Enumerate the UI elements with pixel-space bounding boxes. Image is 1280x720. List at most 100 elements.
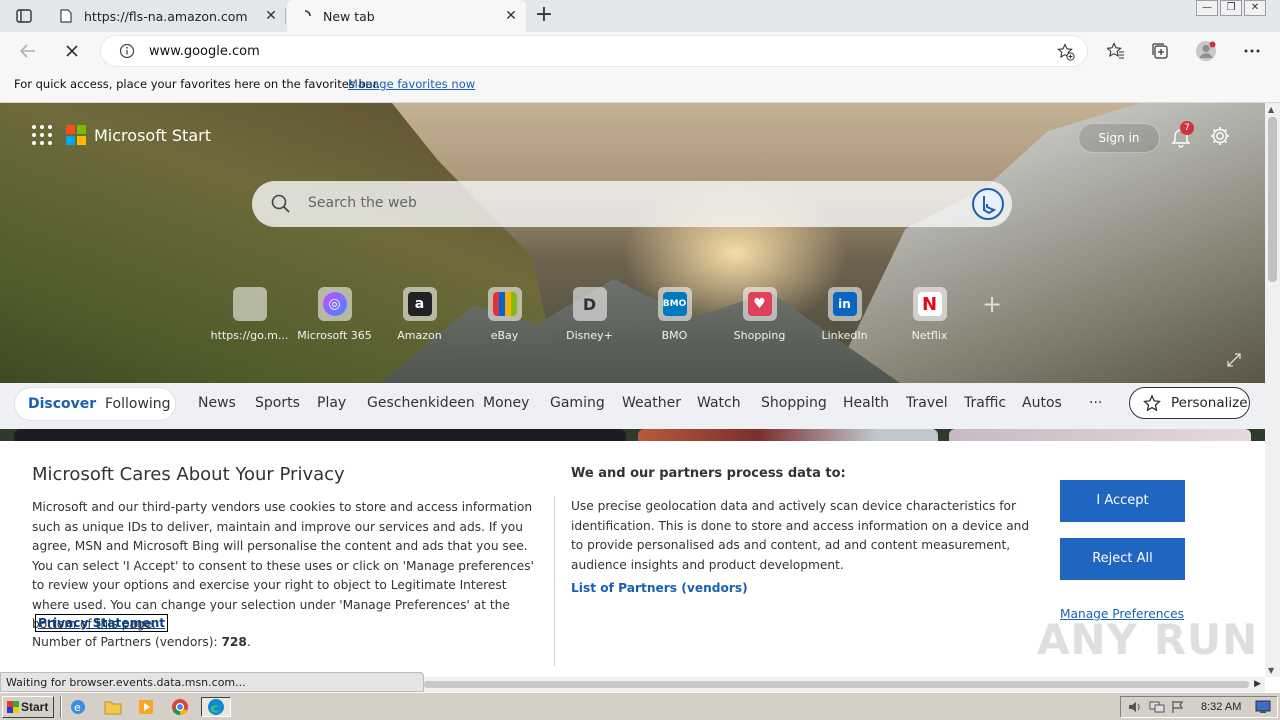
- network-icon[interactable]: [1149, 700, 1165, 718]
- quick-link-tile[interactable]: ◎ Microsoft 365: [292, 287, 377, 342]
- search-icon: [270, 193, 292, 219]
- profile-avatar[interactable]: [1194, 40, 1218, 62]
- accept-button[interactable]: I Accept: [1060, 480, 1185, 522]
- tab-title: New tab: [323, 8, 375, 24]
- clock[interactable]: 8:32 AM: [1201, 701, 1241, 713]
- tile-label: BMO: [661, 329, 688, 342]
- more-options-icon[interactable]: [1240, 40, 1264, 62]
- anyrun-watermark: ANY RUN: [1037, 615, 1259, 664]
- close-tab-icon[interactable]: ✕: [504, 9, 518, 23]
- add-favorite-icon[interactable]: [1057, 43, 1075, 65]
- category-sports[interactable]: Sports: [255, 395, 300, 411]
- divider: [60, 696, 62, 718]
- collections-icon[interactable]: [1148, 40, 1172, 62]
- start-button[interactable]: Start: [2, 696, 54, 718]
- media-player-icon[interactable]: [134, 697, 158, 717]
- quick-link-tile[interactable]: BMO BMO: [632, 287, 717, 342]
- favorites-icon[interactable]: [1104, 40, 1128, 62]
- bing-chat-icon[interactable]: [972, 188, 1004, 220]
- scroll-thumb[interactable]: [1268, 117, 1277, 282]
- taskbar: Start e 8:32 AM: [0, 692, 1280, 720]
- tab-new-tab[interactable]: New tab ✕: [287, 0, 526, 32]
- restore-button[interactable]: ❐: [1220, 0, 1242, 16]
- category-gaming[interactable]: Gaming: [550, 395, 605, 411]
- chrome-icon[interactable]: [168, 697, 192, 717]
- address-url[interactable]: www.google.com: [149, 44, 260, 59]
- tab-amazon[interactable]: https://fls-na.amazon.com ✕: [50, 0, 286, 32]
- tile-label: Amazon: [397, 329, 442, 342]
- settings-gear-icon[interactable]: [1209, 125, 1231, 147]
- divider: [554, 496, 555, 666]
- amazon-icon: a: [407, 292, 432, 316]
- favorites-bar-message: For quick access, place your favorites h…: [14, 77, 381, 91]
- file-explorer-icon[interactable]: [101, 697, 125, 717]
- tile-label: Netflix: [911, 329, 948, 342]
- app-launcher-icon[interactable]: [32, 125, 52, 145]
- category-shopping[interactable]: Shopping: [761, 395, 827, 411]
- close-window-button[interactable]: ✕: [1244, 0, 1266, 16]
- category-traffic[interactable]: Traffic: [964, 395, 1006, 411]
- background-image: Microsoft Start Sign in 7 Search the web: [0, 103, 1265, 383]
- category-news[interactable]: News: [198, 395, 236, 411]
- web-search-box[interactable]: Search the web: [252, 181, 1012, 227]
- new-tab-button[interactable]: +: [534, 4, 554, 27]
- tab-title: https://fls-na.amazon.com: [84, 8, 248, 24]
- tile-label: Disney+: [566, 329, 613, 342]
- quick-link-tile[interactable]: in LinkedIn: [802, 287, 887, 342]
- personalize-button[interactable]: Personalize: [1129, 387, 1250, 419]
- address-bar[interactable]: www.google.com: [100, 35, 1088, 67]
- category-geschenkideen[interactable]: Geschenkideen: [367, 395, 475, 411]
- action-center-flag-icon[interactable]: [1171, 700, 1185, 718]
- disney-plus-icon: D: [582, 294, 597, 314]
- scroll-down-icon[interactable]: ▼: [1268, 666, 1274, 675]
- list-of-partners-link[interactable]: List of Partners (vendors): [571, 581, 748, 595]
- loading-icon: [297, 8, 313, 24]
- edge-icon[interactable]: [201, 697, 231, 717]
- processing-body: Use precise geolocation data and activel…: [571, 499, 1030, 572]
- scroll-right-icon[interactable]: ▶: [1254, 679, 1261, 689]
- close-tab-icon[interactable]: ✕: [264, 9, 278, 23]
- volume-icon[interactable]: [1127, 700, 1143, 718]
- quick-link-tile[interactable]: N Netflix: [887, 287, 972, 342]
- quick-link-tile[interactable]: ♥ Shopping: [717, 287, 802, 342]
- page-icon: [58, 8, 74, 24]
- reject-all-button[interactable]: Reject All: [1060, 538, 1185, 580]
- category-travel[interactable]: Travel: [906, 395, 948, 411]
- scroll-up-icon[interactable]: ▲: [1268, 105, 1274, 114]
- manage-favorites-link[interactable]: Manage favorites now: [348, 77, 475, 91]
- category-weather[interactable]: Weather: [622, 395, 681, 411]
- category-autos[interactable]: Autos: [1022, 395, 1062, 411]
- category-money[interactable]: Money: [483, 395, 529, 411]
- back-button[interactable]: [16, 40, 40, 62]
- notification-count-badge: 7: [1180, 121, 1194, 135]
- tab-following[interactable]: Following: [105, 396, 171, 412]
- sign-in-button[interactable]: Sign in: [1078, 123, 1160, 153]
- quick-link-tile[interactable]: D Disney+: [547, 287, 632, 342]
- quick-link-tile[interactable]: eBay: [462, 287, 547, 342]
- ebay-icon: [492, 292, 517, 316]
- tab-actions-icon[interactable]: [8, 6, 40, 26]
- scroll-thumb[interactable]: [424, 681, 1249, 688]
- tab-discover[interactable]: Discover: [28, 396, 96, 412]
- category-watch[interactable]: Watch: [697, 395, 741, 411]
- add-quick-link-button[interactable]: +: [972, 287, 1012, 342]
- shopping-bag-icon: ♥: [747, 292, 772, 316]
- privacy-statement-link[interactable]: Privacy Statement: [35, 614, 169, 632]
- category-play[interactable]: Play: [317, 395, 346, 411]
- brand-title[interactable]: Microsoft Start: [94, 126, 211, 145]
- internet-explorer-icon[interactable]: e: [66, 697, 90, 717]
- quick-link-tile[interactable]: https://go.m...: [207, 287, 292, 342]
- brand-header: Microsoft Start: [32, 125, 211, 145]
- minimize-button[interactable]: —: [1196, 0, 1218, 16]
- category-health[interactable]: Health: [843, 395, 889, 411]
- vertical-scrollbar[interactable]: ▲ ▼: [1265, 103, 1280, 677]
- more-categories-button[interactable]: ···: [1089, 395, 1102, 411]
- microsoft-logo-icon: [238, 292, 262, 316]
- show-desktop-icon[interactable]: [1255, 700, 1271, 718]
- quick-link-tile[interactable]: a Amazon: [377, 287, 462, 342]
- search-placeholder: Search the web: [308, 195, 417, 211]
- privacy-title: Microsoft Cares About Your Privacy: [32, 464, 345, 485]
- stop-loading-button[interactable]: [60, 40, 84, 62]
- info-icon[interactable]: [119, 43, 135, 59]
- expand-background-icon[interactable]: [1226, 352, 1242, 368]
